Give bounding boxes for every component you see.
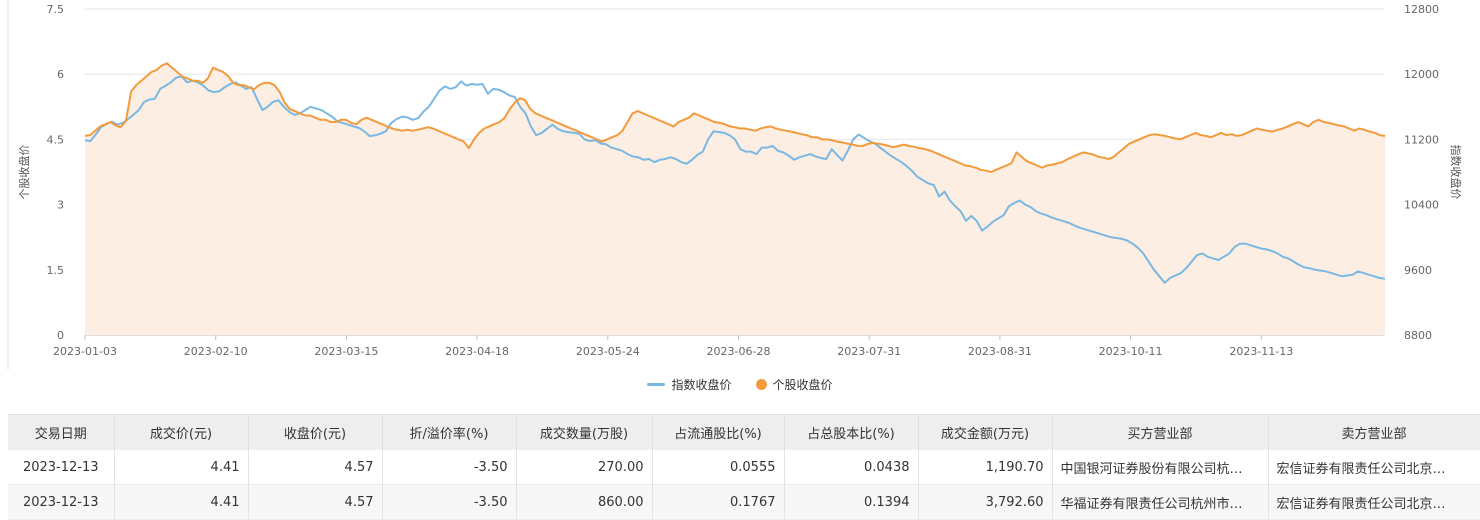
y-left-tick-label: 4.5 bbox=[47, 133, 65, 146]
cell-amount: 3,792.60 bbox=[918, 484, 1053, 520]
y-left-axis-title: 个股收盘价 bbox=[17, 145, 31, 200]
col-header-total-ratio[interactable]: 占总股本比(%) bbox=[784, 414, 919, 450]
cell-buyer[interactable]: 华福证券有限责任公司杭州市… bbox=[1052, 484, 1269, 520]
cell-total-ratio: 0.0438 bbox=[784, 450, 919, 485]
cell-amount: 1,190.70 bbox=[918, 450, 1053, 485]
y-left-tick-label: 1.5 bbox=[47, 264, 65, 277]
x-tick-label: 2023-07-31 bbox=[837, 345, 901, 358]
x-tick-label: 2023-06-28 bbox=[707, 345, 771, 358]
cell-float-ratio: 0.1767 bbox=[652, 484, 785, 520]
x-tick-label: 2023-11-13 bbox=[1229, 345, 1293, 358]
x-tick-label: 2023-04-18 bbox=[445, 345, 509, 358]
cell-seller[interactable]: 宏信证券有限责任公司北京… bbox=[1268, 450, 1480, 485]
legend-stock[interactable]: 个股收盘价 bbox=[755, 374, 833, 394]
cell-total-ratio: 0.1394 bbox=[784, 484, 919, 520]
chart-legend: 指数收盘价 个股收盘价 bbox=[0, 374, 1480, 394]
col-header-amount[interactable]: 成交金额(万元) bbox=[918, 414, 1053, 450]
x-tick-label: 2023-05-24 bbox=[576, 345, 640, 358]
y-right-tick-label: 12000 bbox=[1404, 68, 1439, 81]
col-header-trade-price[interactable]: 成交价(元) bbox=[114, 414, 249, 450]
cell-trade-price: 4.41 bbox=[114, 484, 249, 520]
table-row: 2023-12-13 4.41 4.57 -3.50 270.00 0.0555… bbox=[8, 450, 1480, 485]
y-right-tick-label: 10400 bbox=[1404, 199, 1439, 212]
col-header-seller[interactable]: 卖方营业部 bbox=[1268, 414, 1480, 450]
col-header-buyer[interactable]: 买方营业部 bbox=[1052, 414, 1269, 450]
cell-volume: 860.00 bbox=[516, 484, 653, 520]
y-right-axis-title: 指数收盘价 bbox=[1449, 145, 1463, 200]
cell-date: 2023-12-13 bbox=[8, 484, 115, 520]
cell-buyer[interactable]: 中国银河证券股份有限公司杭… bbox=[1052, 450, 1269, 485]
col-header-close-price[interactable]: 收盘价(元) bbox=[248, 414, 383, 450]
cell-close-price: 4.57 bbox=[248, 450, 383, 485]
col-header-date[interactable]: 交易日期 bbox=[8, 414, 115, 450]
y-left-tick-label: 7.5 bbox=[47, 3, 65, 16]
cell-date: 2023-12-13 bbox=[8, 450, 115, 485]
cell-premium: -3.50 bbox=[382, 450, 517, 485]
table-header-row: 交易日期 成交价(元) 收盘价(元) 折/溢价率(%) 成交数量(万股) 占流通… bbox=[8, 414, 1480, 450]
y-right-tick-label: 11200 bbox=[1404, 133, 1439, 146]
price-chart: 0 1.5 3 4.5 6 7.5 8800 9600 10400 11200 12000 12800… bbox=[7, 0, 1463, 370]
y-left-tick-label: 0 bbox=[57, 329, 64, 342]
cell-premium: -3.50 bbox=[382, 484, 517, 520]
cell-seller[interactable]: 宏信证券有限责任公司北京… bbox=[1268, 484, 1480, 520]
legend-stock-label: 个股收盘价 bbox=[772, 377, 833, 392]
cell-float-ratio: 0.0555 bbox=[652, 450, 785, 485]
legend-index-swatch bbox=[647, 382, 666, 386]
x-tick-label: 2023-08-31 bbox=[968, 345, 1032, 358]
legend-index-label: 指数收盘价 bbox=[671, 377, 732, 392]
y-right-tick-label: 8800 bbox=[1404, 329, 1432, 342]
x-tick-label: 2023-10-11 bbox=[1099, 345, 1163, 358]
block-trade-table: 交易日期 成交价(元) 收盘价(元) 折/溢价率(%) 成交数量(万股) 占流通… bbox=[8, 414, 1480, 520]
y-right-tick-label: 9600 bbox=[1404, 264, 1432, 277]
y-left-tick-label: 3 bbox=[57, 199, 64, 212]
col-header-premium[interactable]: 折/溢价率(%) bbox=[382, 414, 517, 450]
chart-area: 0 1.5 3 4.5 6 7.5 8800 9600 10400 11200 12000 12800… bbox=[0, 0, 1480, 410]
x-tick-label: 2023-01-03 bbox=[53, 345, 117, 358]
cell-close-price: 4.57 bbox=[248, 484, 383, 520]
x-tick-label: 2023-03-15 bbox=[314, 345, 378, 358]
table-row: 2023-12-13 4.41 4.57 -3.50 860.00 0.1767… bbox=[8, 484, 1480, 520]
legend-stock-swatch bbox=[755, 378, 767, 390]
y-left-tick-label: 6 bbox=[57, 68, 64, 81]
col-header-volume[interactable]: 成交数量(万股) bbox=[516, 414, 653, 450]
legend-index[interactable]: 指数收盘价 bbox=[647, 374, 732, 394]
stock-area-fill bbox=[85, 63, 1385, 336]
x-tick-label: 2023-02-10 bbox=[184, 345, 248, 358]
col-header-float-ratio[interactable]: 占流通股比(%) bbox=[652, 414, 785, 450]
cell-volume: 270.00 bbox=[516, 450, 653, 485]
cell-trade-price: 4.41 bbox=[114, 450, 249, 485]
y-right-tick-label: 12800 bbox=[1404, 3, 1439, 16]
